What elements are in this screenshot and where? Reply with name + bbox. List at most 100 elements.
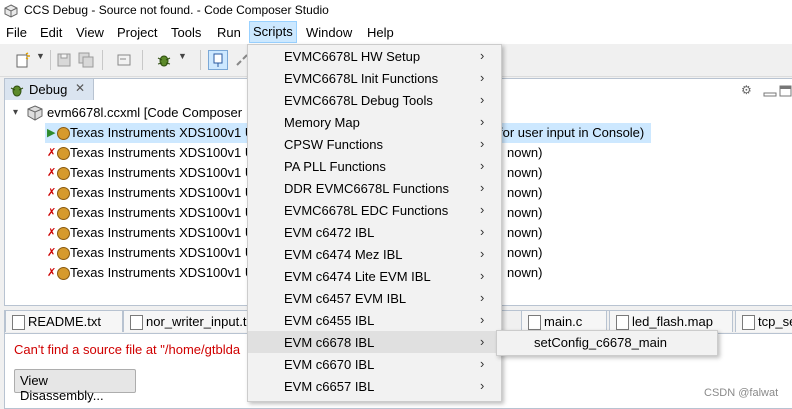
menu-item-pa-pll-functions[interactable]: PA PLL Functions › <box>248 155 501 177</box>
tree-row-label: Texas Instruments XDS100v1 U <box>70 185 255 200</box>
save-all-icon[interactable] <box>78 52 94 68</box>
tree-row-status: nown) <box>507 185 543 200</box>
menu-item-evm-c6670-ibl[interactable]: EVM c6670 IBL › <box>248 353 501 375</box>
tree-row-status: nown) <box>507 245 543 260</box>
tab-label: nor_writer_input.t <box>146 314 247 329</box>
cpu-core-icon <box>57 167 70 180</box>
menu-item-label: CPSW Functions <box>284 137 383 152</box>
debug-bug-icon[interactable] <box>156 52 172 68</box>
suspended-cross-icon: ✗ <box>47 247 57 259</box>
menu-item-label: EVMC6678L Init Functions <box>284 71 439 86</box>
save-icon[interactable] <box>56 52 72 68</box>
maximize-icon[interactable] <box>779 85 792 97</box>
debug-dropdown-icon[interactable]: ▼ <box>178 51 194 67</box>
menu-item-evm-c6457-evm-ibl[interactable]: EVM c6457 EVM IBL › <box>248 287 501 309</box>
view-menu-icon[interactable]: ⚙ <box>741 83 755 97</box>
menu-item-label: Memory Map <box>284 115 360 130</box>
tab-tcp-se[interactable]: tcp_se <box>735 311 792 332</box>
tree-row-label: Texas Instruments XDS100v1 U <box>70 145 255 160</box>
submenu-arrow-icon: › <box>480 246 485 261</box>
tree-row-label: Texas Instruments XDS100v1 U <box>70 205 255 220</box>
submenu-arrow-icon: › <box>480 180 485 195</box>
submenu-arrow-icon: › <box>480 312 485 327</box>
run-state-icon: ▶ <box>47 127 56 139</box>
menu-help[interactable]: Help <box>367 25 394 40</box>
menu-item-label: EVM c6474 Lite EVM IBL <box>284 269 431 284</box>
menu-tools[interactable]: Tools <box>171 25 201 40</box>
new-icon[interactable] <box>15 52 31 68</box>
menu-window[interactable]: Window <box>306 25 352 40</box>
tree-row-label: Texas Instruments XDS100v1 U <box>70 225 255 240</box>
menu-view[interactable]: View <box>76 25 104 40</box>
menu-item-label: EVMC6678L Debug Tools <box>284 93 433 108</box>
terminal-icon[interactable] <box>116 52 132 68</box>
menu-scripts[interactable]: Scripts <box>249 21 297 43</box>
tab-label: led_flash.map <box>632 314 713 329</box>
menu-item-evmc6678l-debug-tools[interactable]: EVMC6678L Debug Tools › <box>248 89 501 111</box>
ccs-app-icon <box>4 4 18 18</box>
submenu-arrow-icon: › <box>480 356 485 371</box>
expand-chevron-icon[interactable]: ▾ <box>13 103 18 123</box>
menu-item-evmc6678l-init-functions[interactable]: EVMC6678L Init Functions › <box>248 67 501 89</box>
submenu-arrow-icon: › <box>480 92 485 107</box>
menu-run[interactable]: Run <box>217 25 241 40</box>
submenu-arrow-icon: › <box>480 70 485 85</box>
tab-nor-writer-input[interactable]: nor_writer_input.t <box>123 311 251 332</box>
tree-row-status: nown) <box>507 265 543 280</box>
menu-item-evmc6678l-hw-setup[interactable]: EVMC6678L HW Setup › <box>248 45 501 67</box>
toolbar-separator <box>102 50 103 70</box>
menu-item-label: EVM c6678 IBL <box>284 335 375 350</box>
tab-led-flash-map[interactable]: led_flash.map <box>609 311 733 332</box>
submenu-arrow-icon: › <box>480 378 485 393</box>
menu-item-evm-c6657-ibl[interactable]: EVM c6657 IBL › <box>248 375 501 397</box>
menu-item-evmc6678l-edc-functions[interactable]: EVMC6678L EDC Functions › <box>248 199 501 221</box>
cpu-core-icon <box>57 207 70 220</box>
cpu-core-icon <box>57 127 70 140</box>
submenu-arrow-icon: › <box>480 224 485 239</box>
close-icon[interactable]: ✕ <box>75 81 85 95</box>
menu-edit[interactable]: Edit <box>40 25 62 40</box>
menu-project[interactable]: Project <box>117 25 157 40</box>
file-icon <box>616 315 629 330</box>
file-icon <box>12 315 25 330</box>
target-config-icon <box>27 105 43 121</box>
tree-row-status: nown) <box>507 145 543 160</box>
submenu-arrow-icon: › <box>480 48 485 63</box>
tree-row-label: Texas Instruments XDS100v1 U <box>70 165 255 180</box>
menu-item-evm-c6474-mez-ibl[interactable]: EVM c6474 Mez IBL › <box>248 243 501 265</box>
menu-item-memory-map[interactable]: Memory Map › <box>248 111 501 133</box>
submenu-arrow-icon: › <box>480 202 485 217</box>
menu-item-evm-c6472-ibl[interactable]: EVM c6472 IBL › <box>248 221 501 243</box>
menu-item-label: EVM c6474 Mez IBL <box>284 247 403 262</box>
menu-item-evm-c6678-ibl[interactable]: EVM c6678 IBL › <box>248 331 501 353</box>
submenu-item-setconfig-c6678-main[interactable]: setConfig_c6678_main <box>534 335 667 350</box>
tab-label: README.txt <box>28 314 101 329</box>
cpu-core-icon <box>57 147 70 160</box>
submenu-arrow-icon: › <box>480 114 485 129</box>
menu-file[interactable]: File <box>6 25 27 40</box>
cpu-core-icon <box>57 247 70 260</box>
connect-target-icon[interactable] <box>208 50 228 70</box>
menu-item-cpsw-functions[interactable]: CPSW Functions › <box>248 133 501 155</box>
menu-item-evm-c6474-lite-evm-ibl[interactable]: EVM c6474 Lite EVM IBL › <box>248 265 501 287</box>
tab-main-c[interactable]: main.c <box>521 311 607 332</box>
menu-item-evm-c6455-ibl[interactable]: EVM c6455 IBL › <box>248 309 501 331</box>
file-icon <box>528 315 541 330</box>
tab-label: tcp_se <box>758 314 792 329</box>
submenu-arrow-icon: › <box>480 136 485 151</box>
tree-root-label: evm6678l.ccxml [Code Composer <box>47 105 243 120</box>
submenu-arrow-icon: › <box>480 158 485 173</box>
view-disassembly-button[interactable]: View Disassembly... <box>14 369 136 403</box>
tab-debug[interactable]: Debug ✕ <box>5 79 94 100</box>
menu-item-label: PA PLL Functions <box>284 159 386 174</box>
suspended-cross-icon: ✗ <box>47 267 57 279</box>
menu-item-label: EVMC6678L HW Setup <box>284 49 421 64</box>
minimize-icon[interactable] <box>763 85 777 97</box>
menu-item-label: EVM c6670 IBL <box>284 357 375 372</box>
view-disassembly-label: View Disassembly... <box>20 373 104 403</box>
suspended-cross-icon: ✗ <box>47 187 57 199</box>
submenu-arrow-icon: › <box>480 268 485 283</box>
tree-row-status: nown) <box>507 205 543 220</box>
menu-item-ddr-evmc6678l-functions[interactable]: DDR EVMC6678L Functions › <box>248 177 501 199</box>
tab-readme[interactable]: README.txt <box>5 311 123 332</box>
